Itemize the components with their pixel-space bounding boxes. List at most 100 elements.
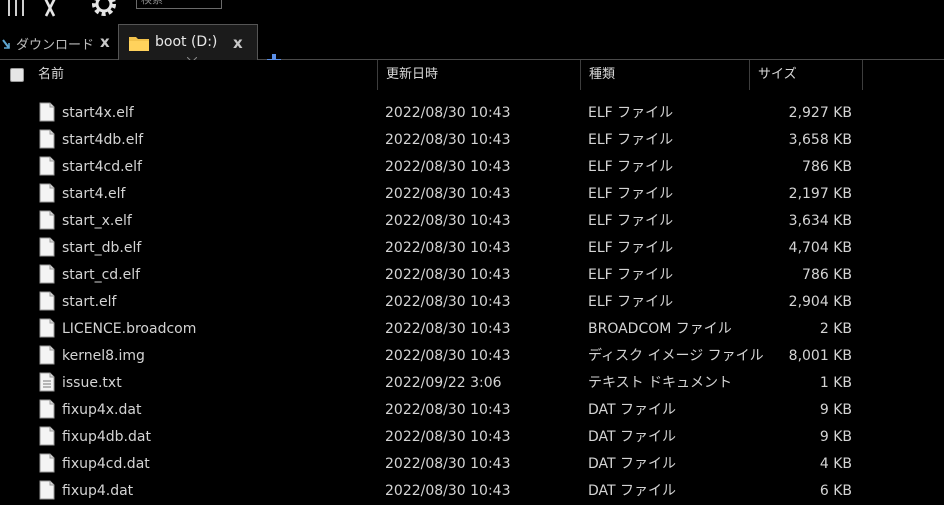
file-date: 2022/08/30 10:43 [385,402,511,418]
file-date: 2022/08/30 10:43 [385,294,511,310]
column-type-label: 種類 [589,67,616,82]
file-name: start_cd.elf [62,267,141,283]
file-date: 2022/08/30 10:43 [385,105,511,121]
file-size: 1 KB [819,375,852,391]
file-type: DAT ファイル [588,429,677,445]
file-row[interactable]: start_x.elf 2022/08/30 10:43 ELF ファイル 3,634… [0,208,944,235]
file-type: DAT ファイル [588,483,677,499]
file-type: ELF ファイル [588,186,674,202]
tab-label: ダウンロード [16,38,95,53]
file-name: start4cd.elf [62,159,142,175]
column-name-label: 名前 [38,67,65,82]
file-size: 2,927 KB [788,105,852,121]
file-name: kernel8.img [62,348,145,364]
file-icon [39,264,55,284]
search-input[interactable]: 検索 [136,0,222,9]
column-name[interactable]: 名前 [30,60,376,90]
file-icon [39,237,55,257]
gear-icon[interactable] [86,0,122,18]
file-type: DAT ファイル [588,402,677,418]
file-icon [39,426,55,446]
file-date: 2022/08/30 10:43 [385,321,511,337]
file-size: 9 KB [819,429,852,445]
file-row[interactable]: fixup4x.dat 2022/08/30 10:43 DAT ファイル 9 KB [0,397,944,424]
file-date: 2022/08/30 10:43 [385,267,511,283]
file-type: ELF ファイル [588,105,674,121]
column-divider[interactable] [862,60,863,90]
tab-boot[interactable]: boot (D:) x [118,24,258,60]
file-type: ELF ファイル [588,294,674,310]
file-name: start4.elf [62,186,126,202]
file-date: 2022/08/30 10:43 [385,186,511,202]
file-name: start.elf [62,294,117,310]
file-row[interactable]: start_db.elf 2022/08/30 10:43 ELF ファイル 4,70… [0,235,944,262]
file-date: 2022/09/22 3:06 [385,375,502,391]
file-row[interactable]: fixup4db.dat 2022/08/30 10:43 DAT ファイル 9 KB [0,424,944,451]
file-icon [39,156,55,176]
file-date: 2022/08/30 10:43 [385,456,511,472]
column-type[interactable]: 種類 [581,60,749,90]
file-icon [39,183,55,203]
file-size: 3,634 KB [788,213,852,229]
file-size: 9 KB [819,402,852,418]
file-row[interactable]: start4x.elf 2022/08/30 10:43 ELF ファイル 2,927… [0,100,944,127]
file-name: LICENCE.broadcom [62,321,197,337]
select-all-checkbox[interactable] [10,68,24,82]
file-icon [39,453,55,473]
file-row[interactable]: kernel8.img 2022/08/30 10:43 ディスク イメージ ファイ… [0,343,944,370]
file-name: fixup4db.dat [62,429,151,445]
file-name: start4x.elf [62,105,134,121]
file-name: fixup4cd.dat [62,456,150,472]
scissors-icon[interactable] [36,0,64,18]
tab-bar: ダウンロード x boot (D:) x [0,20,944,68]
column-size[interactable]: サイズ [750,60,862,90]
file-size: 4 KB [819,456,852,472]
file-size: 6 KB [819,483,852,499]
file-row[interactable]: start.elf 2022/08/30 10:43 ELF ファイル 2,904 K… [0,289,944,316]
file-name: issue.txt [62,375,122,391]
file-row[interactable]: start_cd.elf 2022/08/30 10:43 ELF ファイル 786 … [0,262,944,289]
layout-lines-icon[interactable] [6,0,28,16]
file-icon [39,129,55,149]
file-icon [39,102,55,122]
file-date: 2022/08/30 10:43 [385,132,511,148]
file-size: 3,658 KB [788,132,852,148]
tab-downloads[interactable]: ダウンロード x [0,24,118,60]
file-name: fixup4.dat [62,483,134,499]
file-icon [39,399,55,419]
file-type: BROADCOM ファイル [588,321,732,337]
file-type: ELF ファイル [588,267,674,283]
file-size: 2,197 KB [788,186,852,202]
file-row[interactable]: issue.txt 2022/09/22 3:06 テキスト ドキュメント 1 KB [0,370,944,397]
file-date: 2022/08/30 10:43 [385,483,511,499]
text-file-icon [39,372,55,392]
column-date-label: 更新日時 [386,67,439,82]
file-date: 2022/08/30 10:43 [385,240,511,256]
file-row[interactable]: fixup4cd.dat 2022/08/30 10:43 DAT ファイル 4 KB [0,451,944,478]
toolbar: 検索 [0,0,944,20]
file-size: 8,001 KB [788,348,852,364]
tab-label: boot (D:) [155,34,218,50]
file-type: ELF ファイル [588,159,674,175]
file-size: 786 KB [802,159,852,175]
file-date: 2022/08/30 10:43 [385,429,511,445]
file-row[interactable]: start4.elf 2022/08/30 10:43 ELF ファイル 2,197 … [0,181,944,208]
file-date: 2022/08/30 10:43 [385,159,511,175]
file-type: ディスク イメージ ファイル [588,348,764,364]
file-row[interactable]: start4db.elf 2022/08/30 10:43 ELF ファイル 3,65… [0,127,944,154]
column-size-label: サイズ [758,67,797,82]
download-icon [2,39,10,49]
file-icon [39,291,55,311]
file-row[interactable]: start4cd.elf 2022/08/30 10:43 ELF ファイル 786 … [0,154,944,181]
close-icon[interactable]: x [233,34,243,52]
file-icon [39,480,55,500]
file-size: 2 KB [819,321,852,337]
file-row[interactable]: fixup4.dat 2022/08/30 10:43 DAT ファイル 6 KB [0,478,944,505]
column-date[interactable]: 更新日時 [378,60,580,90]
file-row[interactable]: LICENCE.broadcom 2022/08/30 10:43 BROADCOM… [0,316,944,343]
column-header: 名前 更新日時 種類 サイズ [0,60,944,90]
file-size: 4,704 KB [788,240,852,256]
close-icon[interactable]: x [100,33,110,51]
file-type: ELF ファイル [588,240,674,256]
file-name: fixup4x.dat [62,402,142,418]
